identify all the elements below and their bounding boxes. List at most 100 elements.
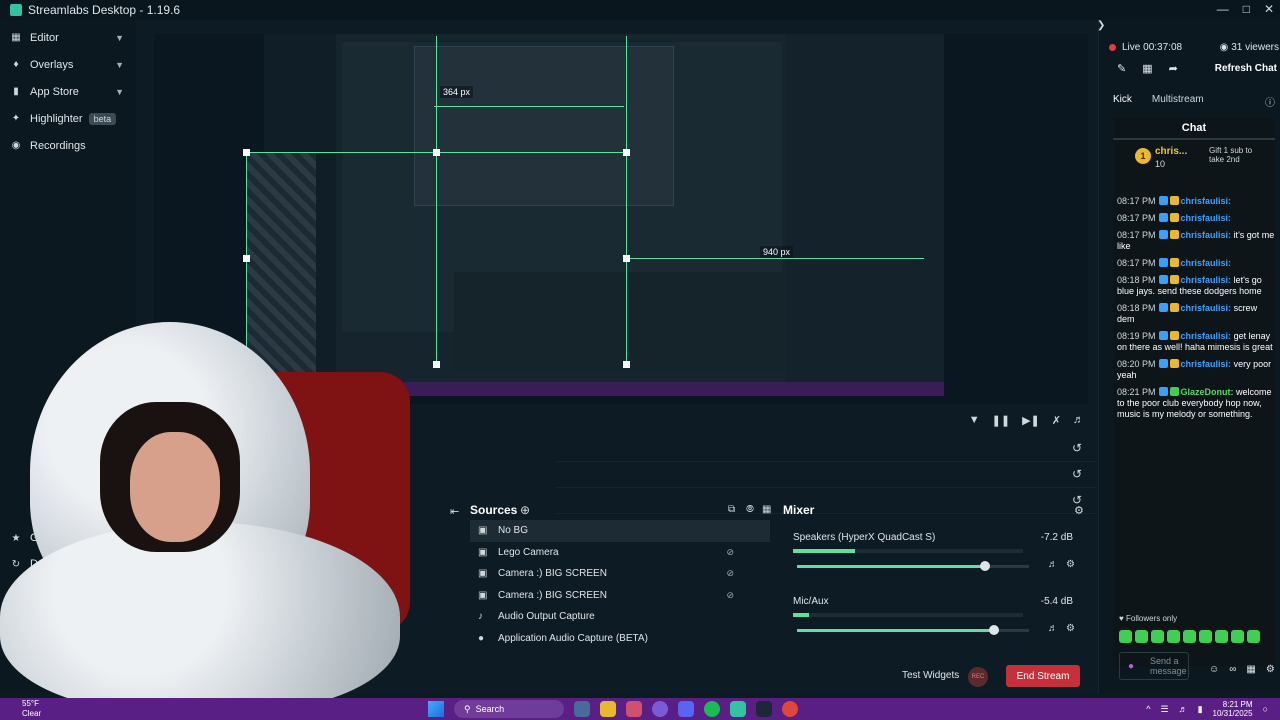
mute-icon[interactable]: ✗	[1052, 414, 1061, 427]
volume-icon[interactable]: ♬	[1048, 559, 1058, 570]
edit-icon[interactable]: ✎	[1117, 62, 1126, 75]
visibility-off-icon[interactable]: ⊘	[726, 590, 734, 601]
refresh-chat-button[interactable]: Refresh Chat	[1215, 63, 1277, 74]
sidebar-item-overlays[interactable]: ♦ Overlays ▼	[0, 51, 136, 78]
info-icon[interactable]: ⓘ	[1265, 94, 1275, 109]
resize-handle[interactable]	[623, 149, 630, 156]
volume-icon[interactable]: ♬	[1048, 623, 1058, 634]
emote-icon[interactable]	[1183, 630, 1196, 643]
resize-handle[interactable]	[623, 361, 630, 368]
record-button[interactable]: REC	[968, 667, 988, 687]
file-explorer-icon[interactable]	[600, 701, 616, 717]
test-widgets-button[interactable]: Test Widgets	[902, 670, 959, 681]
photos-icon[interactable]	[626, 701, 642, 717]
add-source-icon[interactable]: ⊕	[520, 503, 530, 517]
emote-icon[interactable]	[1151, 630, 1164, 643]
resize-handle[interactable]	[433, 149, 440, 156]
close-icon[interactable]: ✕	[1264, 2, 1274, 16]
chat-message-input[interactable]: ● Send a message	[1119, 652, 1189, 680]
source-item[interactable]: ▣ Lego Camera ⊘	[470, 542, 770, 564]
emote-icon[interactable]	[1135, 630, 1148, 643]
volume-slider[interactable]	[797, 561, 1029, 571]
chevron-up-icon[interactable]: ^	[1146, 704, 1150, 714]
wifi-icon[interactable]: ☰	[1160, 704, 1168, 715]
link-icon[interactable]: ∞	[1229, 664, 1236, 675]
add-scene-icon[interactable]: ⧉	[728, 504, 735, 515]
scene-row[interactable]: ↺	[556, 488, 1096, 514]
message-user[interactable]: chrisfaulisi:	[1181, 303, 1232, 313]
message-user[interactable]: chrisfaulisi:	[1181, 196, 1232, 206]
message-user[interactable]: chrisfaulisi:	[1181, 275, 1232, 285]
message-user[interactable]: chrisfaulisi:	[1181, 331, 1232, 341]
reset-icon[interactable]: ↺	[1072, 467, 1082, 481]
resize-handle[interactable]	[243, 255, 250, 262]
tab-kick[interactable]: Kick	[1113, 94, 1132, 105]
emote-icon[interactable]	[1167, 630, 1180, 643]
slider-knob[interactable]	[979, 561, 990, 571]
discord-icon[interactable]	[678, 701, 694, 717]
gear-icon[interactable]: ⚙	[1066, 623, 1075, 634]
share-icon[interactable]: ➦	[1169, 62, 1178, 75]
volume-icon[interactable]: ♬	[1073, 414, 1084, 427]
volume-slider[interactable]	[797, 625, 1029, 635]
notification-icon[interactable]: ○	[1263, 704, 1268, 714]
end-stream-button[interactable]: End Stream	[1006, 665, 1080, 687]
filter-icon[interactable]: ▼	[969, 414, 980, 427]
emoji-icon[interactable]: ☺	[1209, 664, 1219, 675]
resize-handle[interactable]	[433, 361, 440, 368]
message-user[interactable]: chrisfaulisi:	[1181, 258, 1232, 268]
app-icon[interactable]	[652, 701, 668, 717]
chrome-icon[interactable]	[782, 701, 798, 717]
chevron-right-icon[interactable]: ❯	[1097, 20, 1105, 31]
weather-widget[interactable]: 55°F Clear	[22, 699, 41, 719]
sidebar-item-highlighter[interactable]: ✦ Highlighter beta	[0, 105, 136, 132]
source-item[interactable]: ▣ Camera :) BIG SCREEN ⊘	[470, 563, 770, 585]
steam-icon[interactable]	[756, 701, 772, 717]
source-item[interactable]: ♪ Audio Output Capture	[470, 606, 770, 628]
task-view-icon[interactable]	[574, 701, 590, 717]
emote-icon[interactable]	[1231, 630, 1244, 643]
streamlabs-icon[interactable]	[730, 701, 746, 717]
pause-icon[interactable]: ❚❚	[992, 414, 1010, 427]
scene-row[interactable]: ↺	[556, 462, 1096, 488]
eye-icon[interactable]: ⦾	[746, 504, 754, 515]
resize-handle[interactable]	[243, 149, 250, 156]
source-item[interactable]: ▣ No BG	[470, 520, 770, 542]
emote-icon[interactable]	[1199, 630, 1212, 643]
volume-icon[interactable]: ♬	[1179, 704, 1188, 714]
message-user[interactable]: chrisfaulisi:	[1181, 213, 1232, 223]
sidebar-item-editor[interactable]: ▦ Editor ▼	[0, 24, 136, 51]
message-user[interactable]: chrisfaulisi:	[1181, 230, 1232, 240]
start-icon[interactable]	[428, 701, 444, 717]
reset-icon[interactable]: ↺	[1072, 441, 1082, 455]
gear-icon[interactable]: ⚙	[1266, 664, 1275, 675]
folder-icon[interactable]: ▦	[762, 504, 771, 515]
message-user[interactable]: chrisfaulisi:	[1181, 359, 1232, 369]
maximize-icon[interactable]: □	[1243, 2, 1250, 16]
taskbar-search[interactable]: ⚲ Search	[454, 700, 564, 718]
skip-icon[interactable]: ▶❚	[1022, 414, 1040, 427]
slider-knob[interactable]	[989, 625, 1000, 635]
gear-icon[interactable]: ⚙	[1074, 504, 1084, 517]
emote-icon[interactable]	[1215, 630, 1228, 643]
source-item[interactable]: ▣ Camera :) BIG SCREEN ⊘	[470, 585, 770, 607]
source-item[interactable]: ● Application Audio Capture (BETA)	[470, 628, 770, 650]
sidebar-item-recordings[interactable]: ◉ Recordings	[0, 132, 136, 159]
gear-icon[interactable]: ⚙	[1066, 559, 1075, 570]
visibility-off-icon[interactable]: ⊘	[726, 568, 734, 579]
resize-handle[interactable]	[623, 255, 630, 262]
visibility-off-icon[interactable]: ⊘	[726, 547, 734, 558]
mic-icon[interactable]: ●	[1128, 661, 1134, 672]
collapse-icon[interactable]: ⇤	[450, 505, 459, 518]
store-icon[interactable]: ▦	[1246, 664, 1255, 675]
message-user[interactable]: GlazeDonut:	[1181, 387, 1234, 397]
clipboard-icon[interactable]: ▦	[1142, 62, 1152, 75]
clock[interactable]: 8:21 PM 10/31/2025	[1213, 700, 1253, 718]
battery-icon[interactable]: ▮	[1198, 704, 1203, 715]
scene-row[interactable]: ↺	[556, 436, 1096, 462]
tab-multistream[interactable]: Multistream	[1152, 94, 1204, 105]
spotify-icon[interactable]	[704, 701, 720, 717]
minimize-icon[interactable]: —	[1217, 2, 1229, 16]
emote-icon[interactable]	[1119, 630, 1132, 643]
sidebar-item-app-store[interactable]: ▮ App Store ▼	[0, 78, 136, 105]
